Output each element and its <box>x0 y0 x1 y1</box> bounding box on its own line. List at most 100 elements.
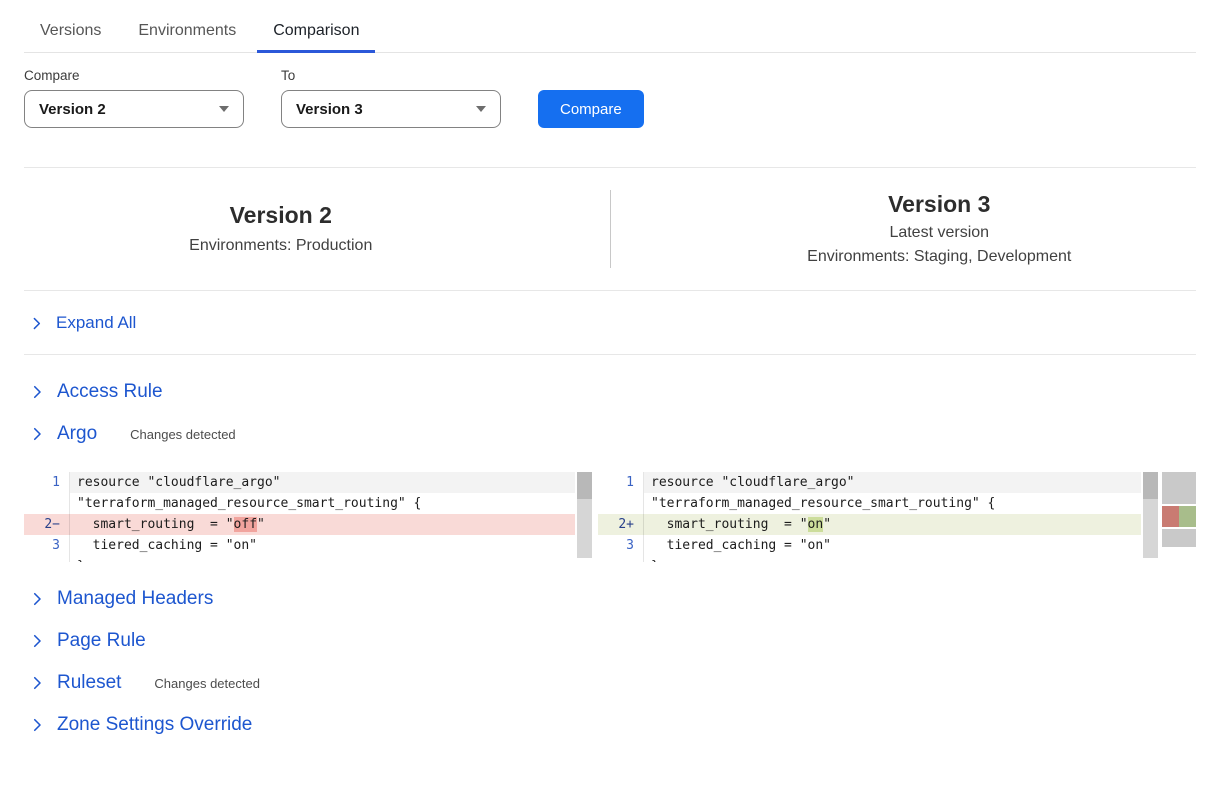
diff-right-pane: 1 resource "cloudflare_argo" "terraform_… <box>598 472 1158 562</box>
version-right-header: Version 3 Latest version Environments: S… <box>611 190 1197 268</box>
resource-sections: Access Rule Argo Changes detected 1 reso… <box>24 371 1196 746</box>
code-text-pre: smart_routing = " <box>651 517 808 532</box>
line-number: 1 <box>24 472 70 493</box>
line-number: 1 <box>598 472 644 493</box>
diff-line: 1 resource "cloudflare_argo" <box>598 472 1141 493</box>
removed-word: off <box>234 517 257 532</box>
compare-version-select[interactable]: Version 2 <box>24 90 244 128</box>
section-zone-settings-override[interactable]: Zone Settings Override <box>24 704 1196 746</box>
diff-line: "terraform_managed_resource_smart_routin… <box>598 493 1141 514</box>
line-number <box>24 493 70 514</box>
to-field-label: To <box>281 68 501 83</box>
diff-line: } <box>24 556 575 562</box>
diff-line-removed: 2− smart_routing = "off" <box>24 514 575 535</box>
code-text-pre: smart_routing = " <box>77 517 234 532</box>
version-headers: Version 2 Environments: Production Versi… <box>24 168 1196 290</box>
comparison-page: Versions Environments Comparison Compare… <box>0 0 1224 746</box>
version-left-environments: Environments: Production <box>24 235 538 258</box>
expand-all-button[interactable]: Expand All <box>24 291 1196 354</box>
minimap-change-block <box>1162 506 1196 527</box>
chevron-right-icon <box>28 716 46 734</box>
diff-left-pane: 1 resource "cloudflare_argo" "terraform_… <box>24 472 592 562</box>
section-label: Access Rule <box>57 381 163 403</box>
section-label: Page Rule <box>57 630 146 652</box>
version-right-environments: Environments: Staging, Development <box>683 246 1197 269</box>
to-version-value: Version 3 <box>296 101 363 118</box>
section-access-rule[interactable]: Access Rule <box>24 371 1196 413</box>
code-text: "terraform_managed_resource_smart_routin… <box>70 493 575 514</box>
code-text: tiered_caching = "on" <box>644 535 1141 556</box>
code-text: "terraform_managed_resource_smart_routin… <box>644 493 1141 514</box>
version-left-header: Version 2 Environments: Production <box>24 201 610 258</box>
to-version-select[interactable]: Version 3 <box>281 90 501 128</box>
added-word: on <box>808 517 824 532</box>
compare-button[interactable]: Compare <box>538 90 644 128</box>
version-right-title: Version 3 <box>683 190 1197 220</box>
chevron-right-icon <box>28 425 46 443</box>
changes-detected-badge: Changes detected <box>130 427 236 442</box>
chevron-right-icon <box>28 315 45 332</box>
section-managed-headers[interactable]: Managed Headers <box>24 578 1196 620</box>
chevron-right-icon <box>28 383 46 401</box>
minimap-removed-marker <box>1162 506 1179 527</box>
compare-field-label: Compare <box>24 68 244 83</box>
diff-line: "terraform_managed_resource_smart_routin… <box>24 493 575 514</box>
line-number: 3 <box>598 535 644 556</box>
chevron-right-icon <box>28 632 46 650</box>
line-number: 2− <box>24 514 70 535</box>
diff-line: 1 resource "cloudflare_argo" <box>24 472 575 493</box>
argo-diff-viewer: 1 resource "cloudflare_argo" "terraform_… <box>24 472 1196 562</box>
minimap-added-marker <box>1179 506 1196 527</box>
diff-overview-minimap <box>1162 472 1196 549</box>
line-number <box>598 493 644 514</box>
version-right-latest-label: Latest version <box>683 222 1197 245</box>
line-number <box>24 556 70 562</box>
section-label: Zone Settings Override <box>57 714 252 736</box>
section-label: Argo <box>57 423 97 445</box>
section-argo[interactable]: Argo Changes detected <box>24 413 1196 455</box>
minimap-unchanged-block <box>1162 472 1196 504</box>
version-left-title: Version 2 <box>24 201 538 231</box>
line-number: 2+ <box>598 514 644 535</box>
compare-field: Compare Version 2 <box>24 68 244 128</box>
chevron-right-icon <box>28 674 46 692</box>
diff-line: 3 tiered_caching = "on" <box>598 535 1141 556</box>
diff-right-scrollbar[interactable] <box>1143 472 1158 558</box>
compare-version-value: Version 2 <box>39 101 106 118</box>
scrollbar-thumb[interactable] <box>577 472 592 499</box>
chevron-right-icon <box>28 590 46 608</box>
diff-left-scrollbar[interactable] <box>577 472 592 558</box>
changes-detected-badge: Changes detected <box>154 676 260 691</box>
code-text: } <box>70 556 575 562</box>
tab-comparison[interactable]: Comparison <box>257 13 375 53</box>
code-text: resource "cloudflare_argo" <box>70 472 575 493</box>
section-ruleset[interactable]: Ruleset Changes detected <box>24 662 1196 704</box>
compare-controls: Compare Version 2 To Version 3 Compare <box>24 68 1196 128</box>
line-number: 3 <box>24 535 70 556</box>
to-field: To Version 3 <box>281 68 501 128</box>
section-label: Managed Headers <box>57 588 213 610</box>
chevron-down-icon <box>476 106 486 112</box>
tab-bar: Versions Environments Comparison <box>24 0 1196 53</box>
diff-line: 3 tiered_caching = "on" <box>24 535 575 556</box>
diff-left-code: 1 resource "cloudflare_argo" "terraform_… <box>24 472 575 562</box>
code-text: tiered_caching = "on" <box>70 535 575 556</box>
diff-line-added: 2+ smart_routing = "on" <box>598 514 1141 535</box>
section-page-rule[interactable]: Page Rule <box>24 620 1196 662</box>
tab-environments[interactable]: Environments <box>122 13 252 52</box>
diff-line: } <box>598 556 1141 562</box>
diff-right-code: 1 resource "cloudflare_argo" "terraform_… <box>598 472 1141 562</box>
tab-versions[interactable]: Versions <box>24 13 117 52</box>
code-text: } <box>644 556 1141 562</box>
code-text-post: " <box>257 517 265 532</box>
minimap-unchanged-block <box>1162 529 1196 547</box>
expand-all-label: Expand All <box>56 313 136 333</box>
line-number <box>598 556 644 562</box>
code-text: resource "cloudflare_argo" <box>644 472 1141 493</box>
code-text: smart_routing = "on" <box>644 514 1141 535</box>
chevron-down-icon <box>219 106 229 112</box>
section-label: Ruleset <box>57 672 121 694</box>
scrollbar-thumb[interactable] <box>1143 472 1158 499</box>
divider <box>24 354 1196 355</box>
code-text: smart_routing = "off" <box>70 514 575 535</box>
